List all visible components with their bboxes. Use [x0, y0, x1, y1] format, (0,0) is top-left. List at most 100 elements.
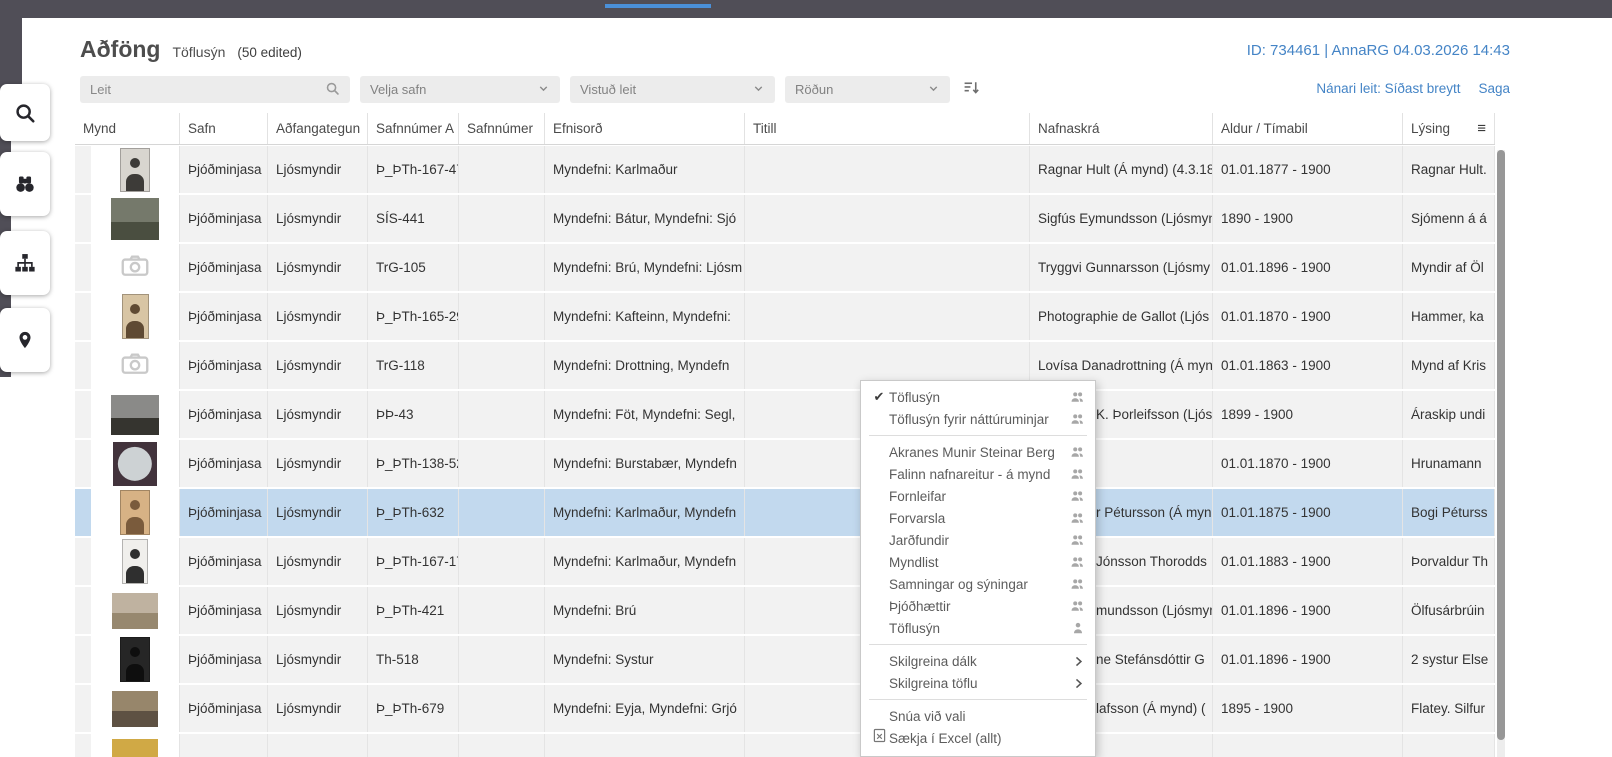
photo-thumbnail[interactable] — [122, 539, 148, 584]
record-id-link[interactable]: ID: 734461 | AnnaRG 04.03.2026 14:43 — [1247, 42, 1510, 59]
menu-item-sn-a-vi-vali[interactable]: Snúa við vali — [861, 705, 1095, 727]
cell-aldur: 01.01.1863 - 1900 — [1213, 342, 1403, 389]
column-header-safnn-mer[interactable]: Safnnúmer — [459, 113, 545, 144]
cell-nr — [459, 440, 545, 487]
people-icon — [1070, 511, 1085, 525]
cell-efnisord: Myndefni: Brú, Myndefni: Ljósm — [545, 244, 745, 291]
cell-aldur: 01.01.1896 - 1900 — [1213, 587, 1403, 634]
photo-thumbnail[interactable] — [120, 147, 150, 192]
left-rail-background — [0, 18, 22, 84]
photo-thumbnail[interactable] — [112, 690, 158, 727]
photo-thumbnail[interactable] — [121, 294, 149, 339]
table-row[interactable]: Þjóðminjasa Ljósmyndir Þ_ÞTh-167-17 Myndefn… — [75, 538, 1495, 585]
cell-titill — [745, 146, 1030, 193]
column-header-safn[interactable]: Safn — [180, 113, 268, 144]
menu-item-skilgreina-d-lk[interactable]: Skilgreina dálk — [861, 650, 1095, 672]
people-icon — [1070, 533, 1085, 547]
photo-thumbnail[interactable] — [113, 441, 157, 486]
table-row[interactable]: Þjóðminjasa Ljósmyndir Þ_ÞTh-138-52 Myndefn… — [75, 440, 1495, 487]
table-row[interactable]: Þjóðminjasa Ljósmyndir SÍS-441 Myndefni: Bá… — [75, 195, 1495, 242]
table-scrollbar[interactable] — [1497, 150, 1505, 757]
column-header-efnisor-[interactable]: Efnisorð — [545, 113, 745, 144]
cell-tegund: Ljósmyndir — [268, 538, 368, 585]
binoculars-icon — [14, 173, 36, 195]
people-icon — [1070, 577, 1085, 591]
menu-item-fornleifar[interactable]: Fornleifar — [861, 485, 1095, 507]
menu-item-samningar-og-s-ningar[interactable]: Samningar og sýningar — [861, 573, 1095, 595]
collection-dropdown[interactable]: Velja safn — [360, 76, 560, 103]
table-row[interactable] — [75, 734, 1495, 757]
cell-mynd — [75, 440, 180, 487]
photo-thumbnail[interactable] — [111, 197, 159, 240]
people-icon — [1070, 412, 1085, 426]
photo-thumbnail[interactable] — [120, 490, 150, 535]
column-header-titill[interactable]: Titill — [745, 113, 1030, 144]
column-header-aldur-t-mabil[interactable]: Aldur / Tímabil — [1213, 113, 1403, 144]
table-row[interactable]: Þjóðminjasa Ljósmyndir ÞÞ-43 Myndefni: Föt,… — [75, 391, 1495, 438]
table-row[interactable]: Þjóðminjasa Ljósmyndir Þ_ÞTh-679 Myndefni: … — [75, 685, 1495, 732]
table-row-selected[interactable]: Þjóðminjasa Ljósmyndir Þ_ÞTh-632 Myndefni: … — [75, 489, 1495, 536]
photo-thumbnail[interactable] — [120, 637, 150, 682]
menu-item-akranes-munir-steinar-berg[interactable]: Akranes Munir Steinar Berg — [861, 441, 1095, 463]
photo-thumbnail[interactable] — [111, 394, 159, 435]
menu-item-t-flus-n-fyrir-n-tt-ruminjar[interactable]: Töflusýn fyrir náttúruminjar — [861, 408, 1095, 430]
history-link[interactable]: Saga — [1478, 81, 1510, 96]
scrollbar-thumb[interactable] — [1497, 150, 1505, 740]
table-row[interactable]: Þjóðminjasa Ljósmyndir Þ_ÞTh-421 Myndefni: … — [75, 587, 1495, 634]
menu-item-falinn-nafnareitur-mynd[interactable]: Falinn nafnareitur - á mynd — [861, 463, 1095, 485]
menu-item-s-kja-excel-allt-[interactable]: Sækja í Excel (allt) — [861, 727, 1095, 749]
search-field[interactable] — [80, 76, 350, 103]
cell-lysing: Mynd af Kris — [1403, 342, 1495, 389]
cell-nr — [459, 293, 545, 340]
sort-dropdown[interactable]: Röðun — [785, 76, 950, 103]
sidebar-search-button[interactable] — [0, 84, 50, 141]
cell-aldur: 01.01.1883 - 1900 — [1213, 538, 1403, 585]
people-icon — [1070, 445, 1085, 459]
photo-thumbnail[interactable] — [112, 738, 158, 757]
search-input[interactable] — [90, 82, 325, 97]
cell-nr_a: SÍS-441 — [368, 195, 459, 242]
column-header-nafnaskr-[interactable]: Nafnaskrá — [1030, 113, 1213, 144]
people-icon — [1070, 555, 1085, 569]
menu-item--j-h-ttir[interactable]: Þjóðhættir — [861, 595, 1095, 617]
cell-nafnaskra: Tryggvi Gunnarsson (Ljósmy — [1030, 244, 1213, 291]
cell-nr_a: Þ_ÞTh-421 — [368, 587, 459, 634]
saved-search-dropdown[interactable]: Vistuð leit — [570, 76, 775, 103]
menu-item-forvarsla[interactable]: Forvarsla — [861, 507, 1095, 529]
column-header-a-fangategun[interactable]: Aðfangategun — [268, 113, 368, 144]
table-row[interactable]: Þjóðminjasa Ljósmyndir Th-518 Myndefni: Sys… — [75, 636, 1495, 683]
column-header-l-sing[interactable]: Lýsing ≡ — [1403, 113, 1495, 144]
sidebar-location-button[interactable] — [0, 308, 50, 372]
sort-direction-button[interactable] — [960, 76, 982, 103]
menu-item-t-flus-n[interactable]: Töflusýn — [861, 617, 1095, 639]
cell-safn — [180, 734, 268, 757]
sidebar-hierarchy-button[interactable] — [0, 231, 50, 295]
table-row[interactable]: Þjóðminjasa Ljósmyndir Þ_ÞTh-165-29 Myndefn… — [75, 293, 1495, 340]
column-header-mynd[interactable]: Mynd — [75, 113, 180, 144]
people-icon — [1070, 599, 1085, 613]
menu-item-t-flus-n[interactable]: ✔ Töflusýn — [861, 386, 1095, 408]
advanced-search-link[interactable]: Nánari leit: Síðast breytt — [1316, 81, 1460, 96]
search-icon — [325, 81, 340, 99]
menu-item-myndlist[interactable]: Myndlist — [861, 551, 1095, 573]
column-header-safnn-mer-a[interactable]: Safnnúmer A — [368, 113, 459, 144]
table-row[interactable]: Þjóðminjasa Ljósmyndir TrG-118 Myndefni: Dr… — [75, 342, 1495, 389]
cell-aldur: 1890 - 1900 — [1213, 195, 1403, 242]
sidebar-browse-button[interactable] — [0, 152, 50, 216]
table-row[interactable]: Þjóðminjasa Ljósmyndir Þ_ÞTh-167-47 Myndefn… — [75, 146, 1495, 193]
table-row[interactable]: Þjóðminjasa Ljósmyndir TrG-105 Myndefni: Br… — [75, 244, 1495, 291]
cell-titill — [745, 195, 1030, 242]
cell-aldur: 01.01.1870 - 1900 — [1213, 440, 1403, 487]
cell-lysing: Sjómenn á á — [1403, 195, 1495, 242]
menu-item-label: Falinn nafnareitur - á mynd — [889, 466, 1051, 482]
photo-thumbnail[interactable] — [112, 592, 158, 629]
cell-efnisord: Myndefni: Karlmaður, Myndefn — [545, 538, 745, 585]
cell-aldur: 01.01.1877 - 1900 — [1213, 146, 1403, 193]
menu-item-jar-fundir[interactable]: Jarðfundir — [861, 529, 1095, 551]
cell-nr_a: Þ_ÞTh-679 — [368, 685, 459, 732]
column-settings-icon[interactable]: ≡ — [1477, 121, 1486, 136]
menu-item-skilgreina-t-flu[interactable]: Skilgreina töflu — [861, 672, 1095, 694]
cell-nr — [459, 391, 545, 438]
cell-safn: Þjóðminjasa — [180, 685, 268, 732]
cell-efnisord: Myndefni: Karlmaður, Myndefn — [545, 489, 745, 536]
